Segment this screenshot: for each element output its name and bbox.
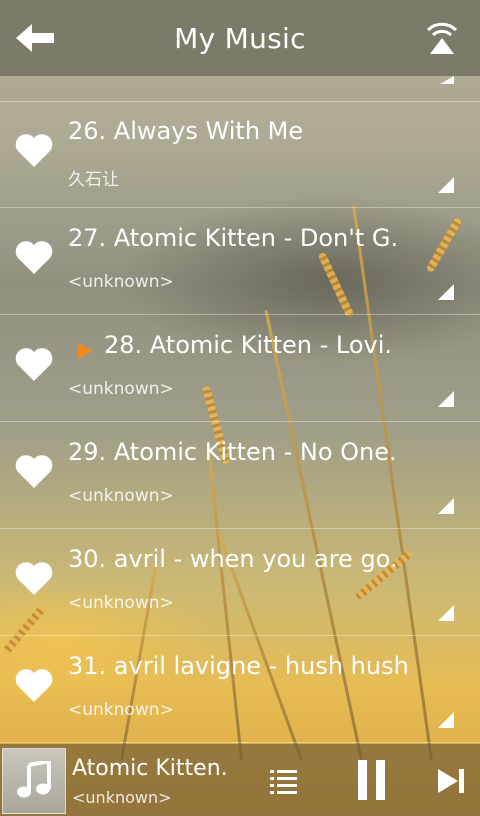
now-playing-bar: Atomic Kitten. <unknown> [0, 744, 480, 816]
corner-menu-icon[interactable] [438, 605, 454, 621]
song-title: 27. Atomic Kitten - Don't G. [68, 224, 399, 252]
list-item-partial [0, 76, 480, 102]
heart-icon[interactable] [14, 668, 54, 704]
song-artist: <unknown> [68, 700, 174, 720]
corner-menu-icon[interactable] [438, 284, 454, 300]
list-item[interactable]: 28. Atomic Kitten - Lovi. <unknown> [0, 315, 480, 422]
now-playing-indicator-icon [78, 343, 92, 359]
song-artist: 久石让 [68, 170, 119, 190]
heart-icon[interactable] [14, 133, 54, 169]
song-artist: <unknown> [68, 486, 174, 506]
pause-icon [358, 760, 367, 800]
playlist-button[interactable] [270, 766, 300, 796]
song-title: 26. Always With Me [68, 117, 304, 145]
pause-icon-bar [376, 760, 385, 800]
list-item[interactable]: 31. avril lavigne - hush hush <unknown> [0, 636, 480, 743]
now-playing-title: Atomic Kitten. [72, 756, 228, 781]
music-note-icon [17, 761, 51, 798]
corner-menu-icon[interactable] [438, 498, 454, 514]
playlist-icon [270, 770, 297, 794]
song-artist: <unknown> [68, 379, 174, 399]
now-playing-artist: <unknown> [72, 788, 172, 807]
song-title: 28. Atomic Kitten - Lovi. [104, 331, 393, 359]
song-list[interactable]: 26. Always With Me 久石让 27. Atomic Kitten -… [0, 76, 480, 744]
corner-menu-icon [440, 76, 454, 84]
back-arrow-icon [16, 24, 54, 52]
back-button[interactable] [16, 22, 56, 54]
song-title: 31. avril lavigne - hush hush [68, 652, 409, 680]
corner-menu-icon[interactable] [438, 391, 454, 407]
heart-icon[interactable] [14, 561, 54, 597]
next-track-icon [438, 769, 464, 793]
next-track-button[interactable] [436, 766, 466, 796]
broadcast-icon [426, 22, 458, 54]
song-artist: <unknown> [68, 272, 174, 292]
list-item[interactable]: 29. Atomic Kitten - No One. <unknown> [0, 422, 480, 529]
song-title: 29. Atomic Kitten - No One. [68, 438, 397, 466]
heart-icon[interactable] [14, 454, 54, 490]
list-item[interactable]: 27. Atomic Kitten - Don't G. <unknown> [0, 208, 480, 315]
pause-button[interactable] [356, 760, 388, 800]
list-item[interactable]: 30. avril - when you are go. <unknown> [0, 529, 480, 636]
song-artist: <unknown> [68, 593, 174, 613]
song-title: 30. avril - when you are go. [68, 545, 398, 573]
album-art[interactable] [2, 748, 66, 814]
list-item[interactable]: 26. Always With Me 久石让 [0, 101, 480, 208]
top-bar: My Music [0, 0, 480, 76]
heart-icon[interactable] [14, 347, 54, 383]
page-title: My Music [174, 21, 306, 55]
corner-menu-icon[interactable] [438, 177, 454, 193]
heart-icon[interactable] [14, 240, 54, 276]
broadcast-button[interactable] [424, 18, 460, 56]
corner-menu-icon[interactable] [438, 712, 454, 728]
